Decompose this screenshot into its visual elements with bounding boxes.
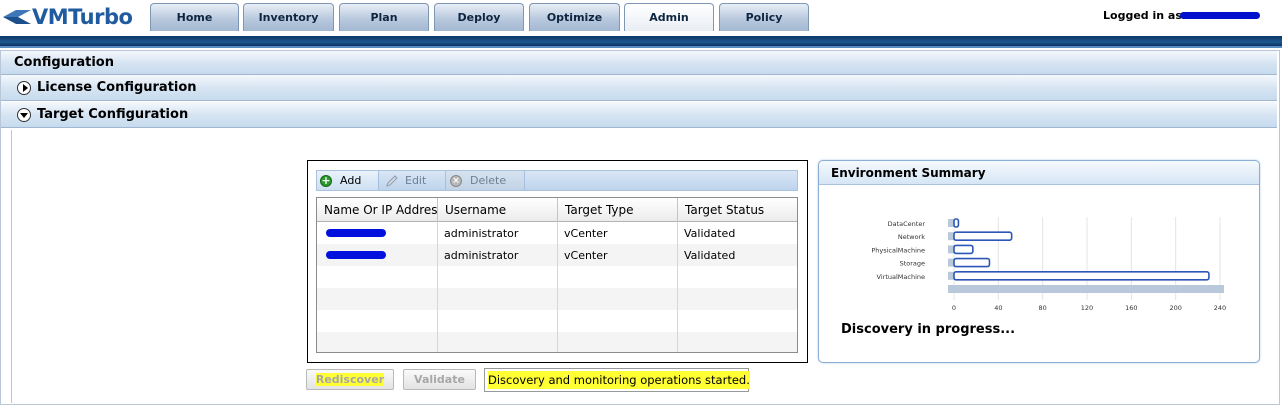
tick-label: 200 — [1169, 304, 1181, 312]
rediscover-button[interactable]: Rediscover — [306, 369, 394, 390]
column-target-status[interactable]: Target Status — [678, 198, 797, 222]
bar-network — [953, 231, 1013, 241]
status-message-box: Discovery and monitoring operations star… — [484, 368, 750, 392]
targets-table: Name Or IP Address Username Target Type … — [316, 197, 798, 353]
nav-bar — [0, 36, 1282, 48]
category-label: Storage — [900, 260, 925, 268]
targets-toolbar: + Add Edit × Delete — [316, 170, 798, 191]
vmturbo-admin-screen: VMTurbo Home Inventory Plan Deploy Optim… — [0, 0, 1282, 407]
cell-name — [317, 222, 438, 244]
tick-label: 0 — [952, 304, 956, 312]
cell-username: administrator — [438, 244, 558, 266]
cell-username: administrator — [438, 222, 558, 244]
category-label: PhysicalMachine — [871, 246, 925, 254]
bar-storage — [953, 257, 991, 268]
license-configuration-label: License Configuration — [37, 80, 197, 95]
category-label: DataCenter — [888, 220, 926, 228]
table-header: Name Or IP Address Username Target Type … — [317, 198, 797, 222]
tab-deploy[interactable]: Deploy — [434, 3, 524, 31]
empty-row — [317, 288, 797, 310]
add-label: Add — [340, 174, 362, 187]
logo-mark-icon — [3, 10, 31, 24]
add-icon: + — [320, 173, 332, 187]
pencil-icon — [386, 174, 398, 187]
target-configuration-header[interactable]: Target Configuration — [1, 102, 1277, 128]
logged-in-label: Logged in as: — [1103, 9, 1187, 22]
tab-home[interactable]: Home — [150, 3, 239, 31]
axis-strip — [948, 285, 1224, 293]
redacted-username — [1180, 12, 1260, 19]
rediscover-label: Rediscover — [315, 373, 385, 386]
delete-label: Delete — [470, 174, 507, 187]
category-label: VirtualMachine — [877, 273, 925, 281]
validate-button[interactable]: Validate — [403, 369, 476, 390]
redacted-address — [326, 251, 386, 259]
top-bar: VMTurbo Home Inventory Plan Deploy Optim… — [0, 0, 1282, 36]
cell-name — [317, 244, 438, 266]
expand-right-icon — [17, 80, 31, 95]
category-label: Network — [898, 233, 925, 241]
cell-target-type: vCenter — [558, 244, 678, 266]
tick-label: 240 — [1214, 304, 1226, 312]
tick-label: 40 — [994, 304, 1002, 312]
cell-target-status: Validated — [684, 248, 736, 262]
cell-target-status: Validated — [684, 226, 736, 240]
edit-target-button[interactable]: Edit — [383, 171, 441, 190]
empty-row — [317, 310, 797, 332]
tick-label: 160 — [1125, 304, 1137, 312]
tab-policy[interactable]: Policy — [719, 3, 809, 31]
tick-label: 80 — [1039, 304, 1047, 312]
delete-icon: × — [450, 174, 462, 187]
bar-datacenter — [953, 218, 960, 228]
delete-target-button[interactable]: × Delete — [445, 171, 525, 190]
tab-optimize[interactable]: Optimize — [529, 3, 620, 31]
discovery-status: Discovery in progress... — [841, 322, 1016, 337]
redacted-address — [326, 229, 386, 237]
empty-row — [317, 266, 797, 288]
logo-text: VMTurbo — [32, 5, 133, 29]
target-configuration-label: Target Configuration — [37, 107, 189, 122]
add-target-button[interactable]: + Add — [317, 171, 379, 190]
status-message: Discovery and monitoring operations star… — [488, 371, 750, 389]
vmturbo-logo[interactable]: VMTurbo — [2, 4, 133, 30]
configuration-header: Configuration — [1, 51, 1277, 75]
tick-label: 120 — [1081, 304, 1093, 312]
empty-row — [317, 332, 797, 352]
bar-virtualmachine — [953, 271, 1210, 281]
table-row[interactable]: administrator vCenter Validated — [317, 222, 797, 244]
edit-label: Edit — [405, 174, 427, 187]
license-configuration-header[interactable]: License Configuration — [1, 75, 1277, 101]
collapse-down-icon — [17, 107, 31, 122]
cell-target-type: vCenter — [558, 222, 678, 244]
tab-admin[interactable]: Admin — [624, 3, 714, 31]
bar-physicalmachine — [953, 244, 974, 255]
table-row[interactable]: administrator vCenter Validated — [317, 244, 797, 266]
column-target-type[interactable]: Target Type — [558, 198, 678, 222]
validate-label: Validate — [414, 373, 465, 386]
tab-inventory[interactable]: Inventory — [243, 3, 334, 31]
column-username[interactable]: Username — [438, 198, 558, 222]
column-name-or-ip[interactable]: Name Or IP Address — [317, 198, 438, 222]
tab-plan[interactable]: Plan — [339, 3, 429, 31]
configuration-title: Configuration — [14, 55, 114, 70]
